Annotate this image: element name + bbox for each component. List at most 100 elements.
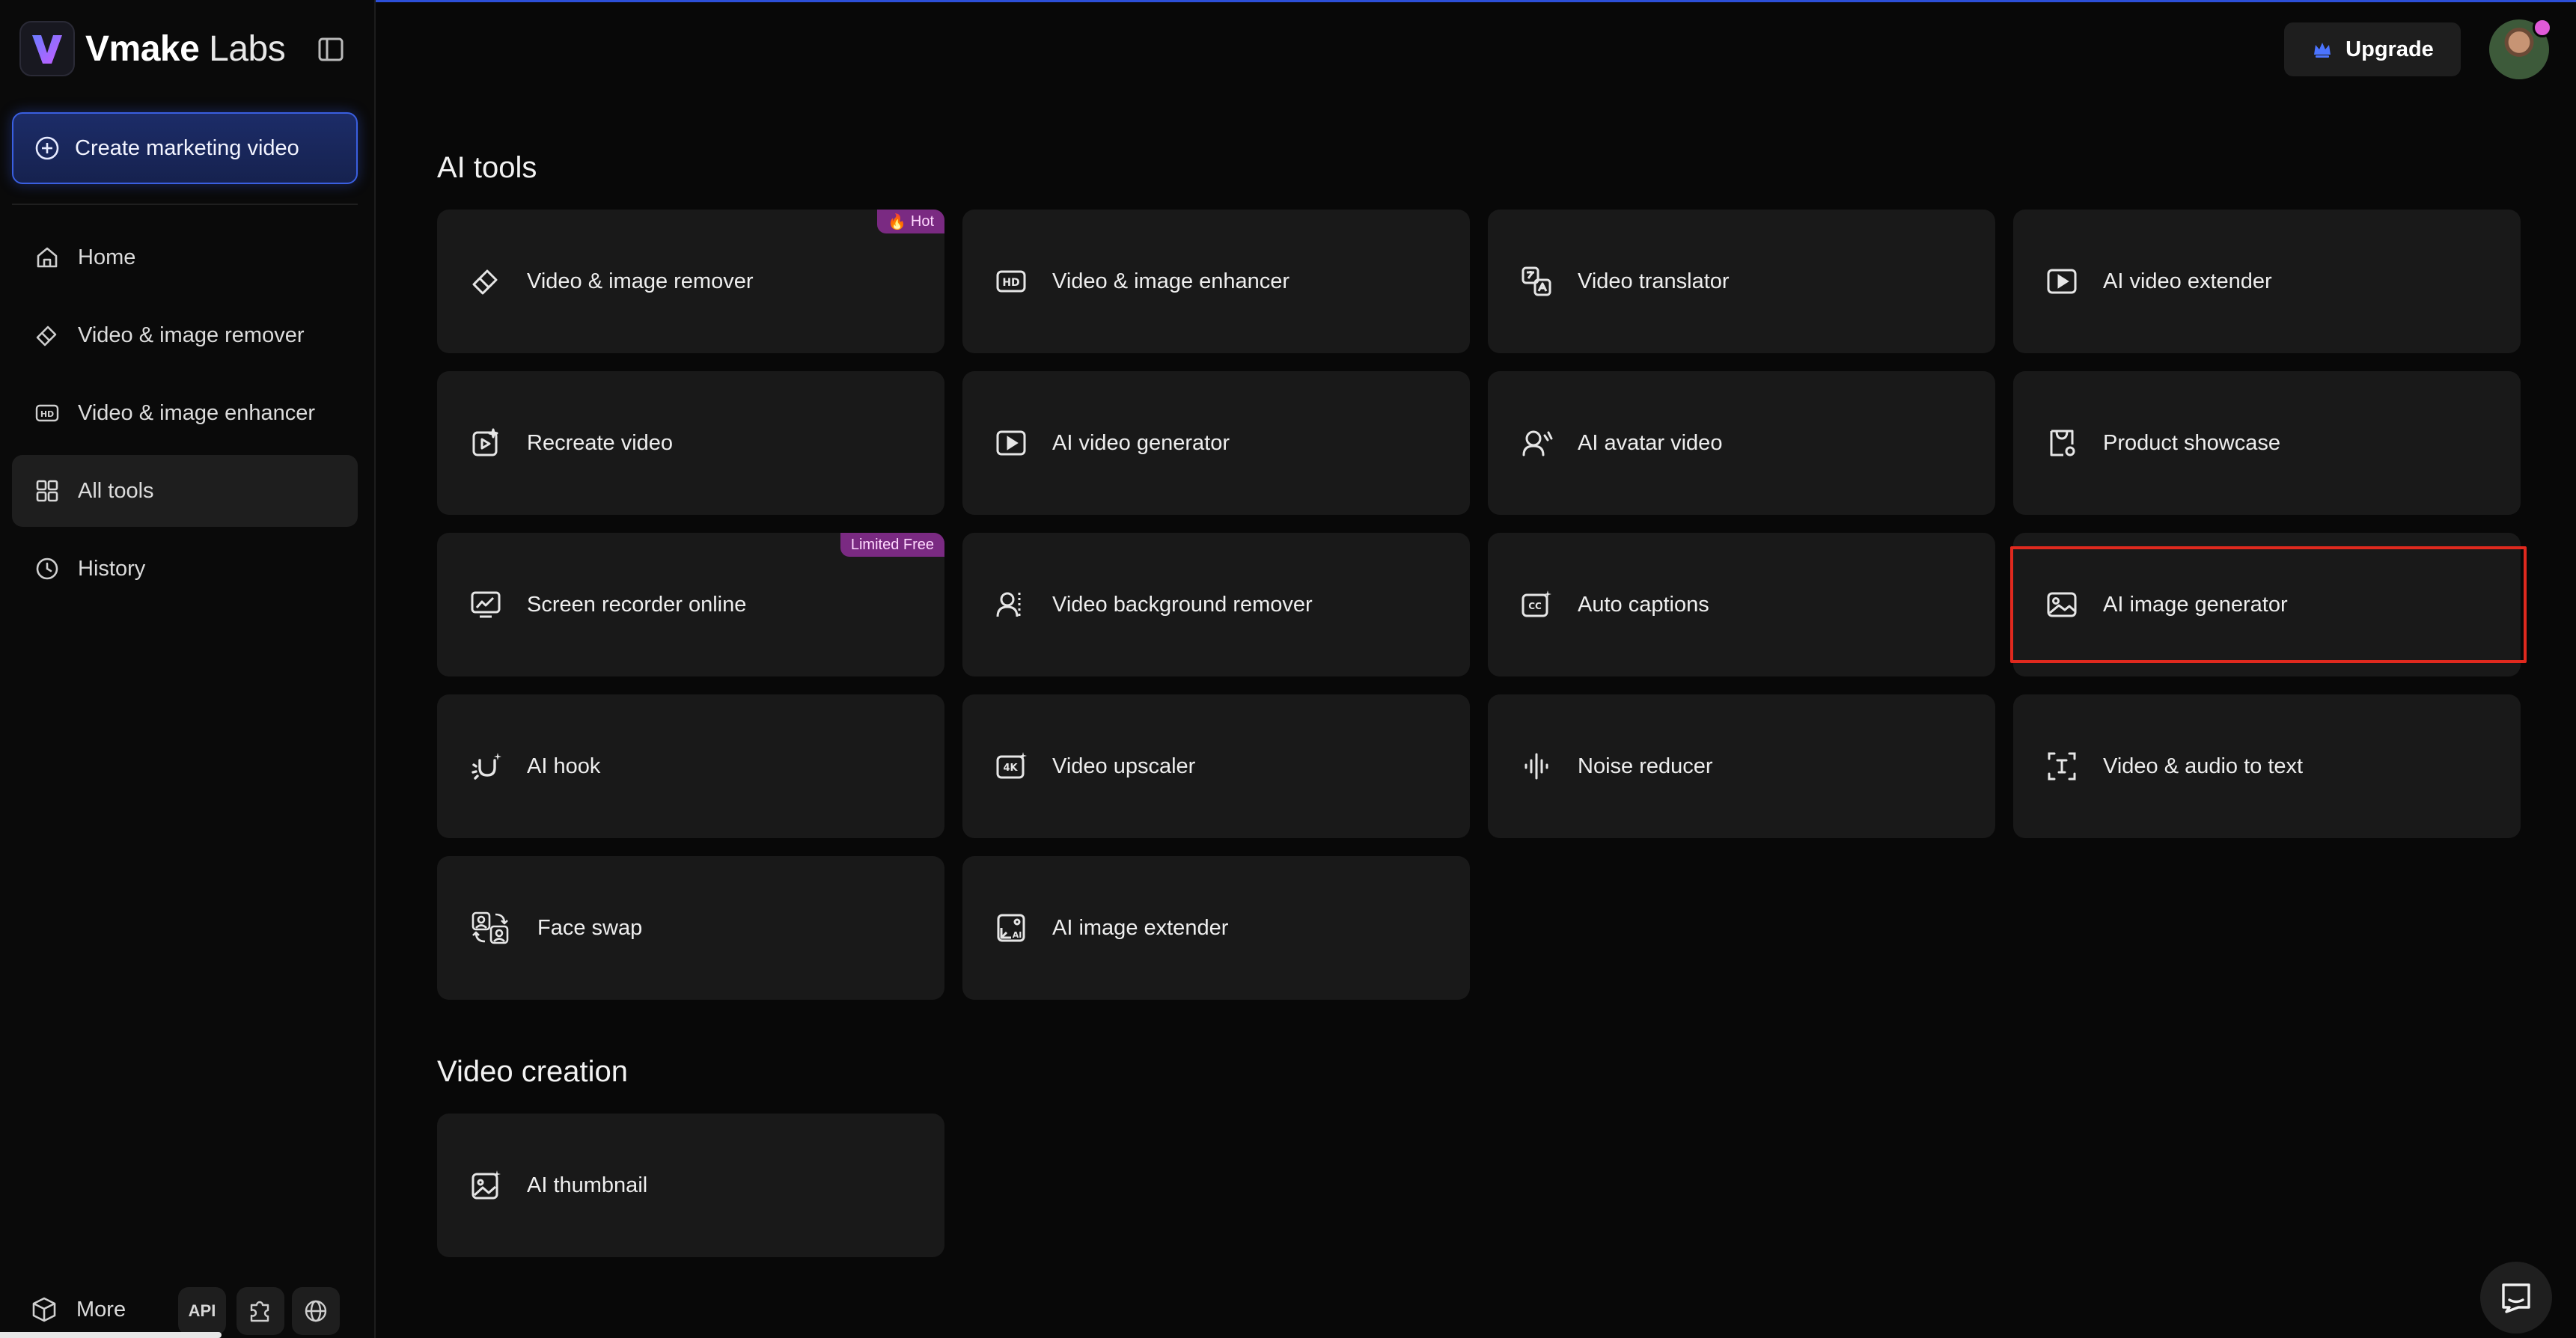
person-cutout-icon [992, 586, 1030, 623]
brand[interactable]: Vmake Labs [19, 19, 286, 78]
tool-card-auto-captions[interactable]: CC Auto captions [1488, 533, 1995, 676]
upgrade-button[interactable]: Upgrade [2284, 22, 2461, 76]
play-box-icon [2043, 263, 2081, 300]
svg-text:HD: HD [1002, 277, 1019, 289]
4k-icon: 4K [992, 748, 1030, 785]
tool-card-video-translator[interactable]: Video translator [1488, 210, 1995, 353]
tool-card-ai-video-extender[interactable]: AI video extender [2013, 210, 2521, 353]
tool-card-label: Video background remover [1052, 592, 1313, 617]
tool-card-label: Screen recorder online [527, 592, 747, 617]
sidebar-item-label: All tools [78, 478, 154, 503]
tool-card-video-audio-to-text[interactable]: Video & audio to text [2013, 694, 2521, 838]
tool-card-ai-thumbnail[interactable]: AI thumbnail [437, 1114, 944, 1257]
notification-badge-icon [2533, 18, 2552, 37]
tool-card-label: Video upscaler [1052, 754, 1196, 778]
sidebar-item-history[interactable]: History [12, 533, 358, 605]
create-marketing-video-button[interactable]: Create marketing video [12, 112, 358, 184]
sidebar-nav: Home Video & image remover HD Video & im… [12, 222, 358, 611]
api-button[interactable]: API [178, 1287, 226, 1335]
product-icon [2043, 424, 2081, 462]
sidebar-item-label: Home [78, 245, 136, 269]
tool-card-label: AI avatar video [1578, 430, 1723, 455]
tool-card-ai-video-generator[interactable]: AI video generator [962, 371, 1470, 515]
sidebar-divider [12, 204, 358, 205]
sidebar-scrollbar[interactable] [0, 1332, 222, 1338]
flame-icon: 🔥 [887, 213, 906, 230]
brand-name: Vmake Labs [85, 28, 286, 69]
limited-free-badge: Limited Free [840, 533, 944, 557]
tool-card-label: Auto captions [1578, 592, 1709, 617]
more-button[interactable]: More [30, 1281, 126, 1338]
crown-icon [2311, 38, 2334, 61]
eraser-icon [467, 263, 504, 300]
puzzle-icon[interactable] [236, 1287, 284, 1335]
sidebar-footer: More API [0, 1281, 376, 1338]
svg-text:HD: HD [40, 409, 54, 419]
tool-card-label: Recreate video [527, 430, 674, 455]
hd-icon: HD [34, 400, 60, 426]
tool-card-ai-hook[interactable]: AI hook [437, 694, 944, 838]
tool-card-noise-reducer[interactable]: Noise reducer [1488, 694, 1995, 838]
recreate-icon [467, 424, 504, 462]
tool-card-label: AI image generator [2103, 592, 2288, 617]
tool-card-video-image-enhancer[interactable]: HD Video & image enhancer [962, 210, 1470, 353]
sidebar: Vmake Labs Create marketing video Home V… [0, 0, 376, 1338]
sidebar-item-label: Video & image remover [78, 323, 305, 347]
tool-card-face-swap[interactable]: Face swap [437, 856, 944, 1000]
thumbnail-icon [467, 1167, 504, 1204]
avatar[interactable] [2489, 18, 2552, 79]
grid-icon [34, 478, 60, 504]
home-icon [34, 245, 60, 270]
avatar-speak-icon [1518, 424, 1555, 462]
tool-card-label: AI thumbnail [527, 1173, 648, 1197]
tool-card-label: Video & audio to text [2103, 754, 2304, 778]
upgrade-label: Upgrade [2345, 37, 2434, 61]
api-label: API [188, 1301, 216, 1320]
tool-card-label: Face swap [537, 915, 643, 940]
tool-card-screen-recorder-online[interactable]: Screen recorder online Limited Free [437, 533, 944, 676]
sidebar-item-video-image-remover[interactable]: Video & image remover [12, 299, 358, 371]
tool-card-label: Video & image remover [527, 269, 754, 293]
sidebar-item-label: Video & image enhancer [78, 400, 316, 425]
tool-card-video-upscaler[interactable]: 4K Video upscaler [962, 694, 1470, 838]
tool-card-video-image-remover[interactable]: Video & image remover 🔥 Hot [437, 210, 944, 353]
sidebar-item-label: History [78, 556, 146, 581]
sidebar-item-video-image-enhancer[interactable]: HD Video & image enhancer [12, 377, 358, 449]
top-accent-line [0, 0, 2576, 2]
globe-icon[interactable] [292, 1287, 340, 1335]
box-icon [30, 1295, 58, 1324]
tool-card-label: AI video extender [2103, 269, 2272, 293]
plus-circle-icon [34, 135, 60, 161]
sidebar-collapse-icon[interactable] [316, 34, 346, 64]
hot-badge: 🔥 Hot [876, 210, 944, 233]
play-box-icon [992, 424, 1030, 462]
eraser-icon [34, 323, 60, 348]
tool-card-video-background-remover[interactable]: Video background remover [962, 533, 1470, 676]
tool-card-label: AI video generator [1052, 430, 1230, 455]
screen-recorder-icon [467, 586, 504, 623]
tool-card-label: AI image extender [1052, 915, 1229, 940]
tool-card-product-showcase[interactable]: Product showcase [2013, 371, 2521, 515]
tool-card-ai-image-extender[interactable]: AI AI image extender [962, 856, 1470, 1000]
sidebar-item-all-tools[interactable]: All tools [12, 455, 358, 527]
tool-card-label: Video translator [1578, 269, 1730, 293]
tool-card-label: AI hook [527, 754, 601, 778]
svg-text:4K: 4K [1003, 763, 1018, 774]
text-cursor-icon [2043, 748, 2081, 785]
chat-icon [2499, 1280, 2533, 1315]
sidebar-item-home[interactable]: Home [12, 222, 358, 293]
face-swap-icon [467, 909, 515, 947]
tool-card-label: Noise reducer [1578, 754, 1713, 778]
image-icon [2043, 586, 2081, 623]
svg-text:CC: CC [1528, 601, 1542, 611]
more-label: More [76, 1297, 126, 1322]
waveform-icon [1518, 748, 1555, 785]
chat-support-button[interactable] [2480, 1262, 2552, 1334]
translate-icon [1518, 263, 1555, 300]
section-title-ai-tools: AI tools [437, 151, 537, 184]
tool-card-recreate-video[interactable]: Recreate video [437, 371, 944, 515]
create-marketing-video-label: Create marketing video [75, 135, 299, 160]
tool-card-ai-image-generator[interactable]: AI image generator [2013, 533, 2521, 676]
tool-card-ai-avatar-video[interactable]: AI avatar video [1488, 371, 1995, 515]
section-title-video-creation: Video creation [437, 1055, 628, 1088]
